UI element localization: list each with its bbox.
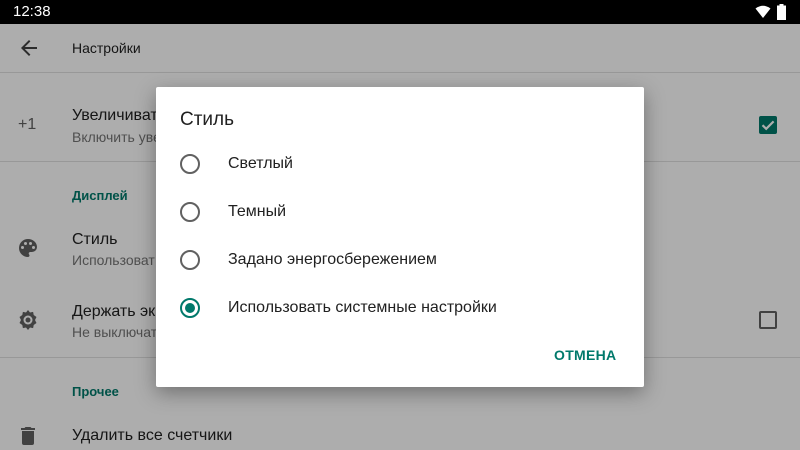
radio-button[interactable] <box>180 250 200 270</box>
radio-button[interactable] <box>180 202 200 222</box>
style-dialog: Стиль Светлый Темный Задано энергосбереж… <box>156 87 644 387</box>
option-label: Темный <box>228 203 287 220</box>
option-label: Использовать системные настройки <box>228 299 497 316</box>
radio-button-selected[interactable] <box>180 298 200 318</box>
radio-option-light[interactable]: Светлый <box>156 140 644 188</box>
radio-button[interactable] <box>180 154 200 174</box>
radio-option-dark[interactable]: Темный <box>156 188 644 236</box>
radio-option-battery-saver[interactable]: Задано энергосбережением <box>156 236 644 284</box>
radio-option-system-default[interactable]: Использовать системные настройки <box>156 284 644 332</box>
status-time: 12:38 <box>13 3 51 20</box>
wifi-icon <box>755 5 771 18</box>
option-label: Светлый <box>228 155 293 172</box>
dialog-title: Стиль <box>180 109 235 130</box>
status-bar: 12:38 <box>0 0 800 24</box>
option-label: Задано энергосбережением <box>228 251 437 268</box>
battery-icon <box>777 4 786 20</box>
cancel-button[interactable]: ОТМЕНА <box>554 347 616 363</box>
